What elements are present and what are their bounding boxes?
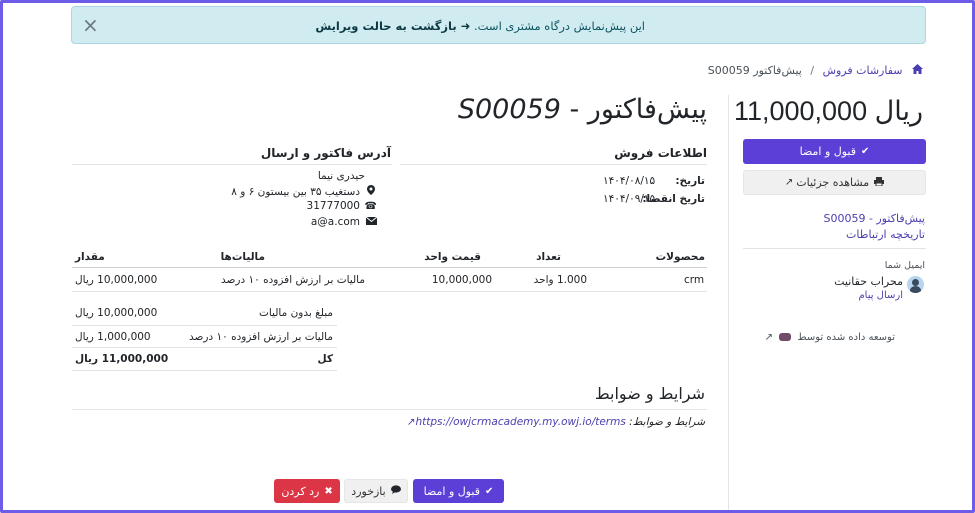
sidebar-divider — [728, 95, 729, 510]
phone-text: 31777000 — [306, 200, 360, 212]
external-link-icon: ↗ — [406, 416, 416, 428]
alert-message: این پیش‌نمایش درگاه مشتری است. ➜ بازگشت … — [315, 19, 645, 33]
email-text: a@a.com — [310, 216, 360, 228]
address-divider — [72, 164, 392, 165]
untaxed-value: 10,000,000 ریال — [75, 307, 158, 319]
breadcrumb-separator: / — [810, 64, 815, 77]
arrow-right-icon: ➜ — [460, 19, 471, 33]
logo-icon — [779, 333, 792, 341]
back-to-edit-link[interactable]: ➜ بازگشت به حالت ویرایش — [315, 19, 470, 33]
col-quantity: تعداد — [536, 251, 561, 263]
breadcrumb: سفارشات فروش / پیش‌فاکتور S00059 — [708, 64, 923, 77]
date-label: تاریخ: — [675, 175, 705, 187]
untaxed-label: مبلغ بدون مالیات — [258, 307, 333, 319]
total-amount: 11,000,000 ریال — [733, 96, 923, 126]
table-header-divider — [72, 267, 707, 268]
reject-label: رد کردن — [281, 484, 320, 498]
col-unit-price: قیمت واحد — [424, 251, 481, 263]
print-icon — [874, 176, 885, 189]
cell-product: crm — [684, 274, 705, 286]
sidebar-accept-button[interactable]: ✔ قبول و امضا — [743, 139, 926, 164]
contact-name: محراب حقانیت — [834, 275, 903, 288]
doc-link[interactable]: پیش‌فاکتور - S00059 — [823, 212, 925, 225]
powered-by-label: توسعه داده شده توسط — [797, 332, 895, 343]
terms-line: شرایط و ضوابط: https://owjcrmacademy.my.… — [407, 416, 705, 428]
feedback-button[interactable]: بازخورد — [344, 479, 408, 503]
envelope-icon — [365, 216, 377, 228]
address-name: حیدری نیما — [317, 170, 365, 182]
check-icon: ✔ — [485, 485, 494, 497]
tax-label: مالیات بر ارزش افزوده ۱۰ درصد — [189, 331, 333, 343]
external-link-icon: ↗ — [784, 177, 794, 188]
breadcrumb-current: پیش‌فاکتور S00059 — [707, 64, 802, 77]
history-link[interactable]: تاریخچه ارتباطات — [846, 228, 925, 241]
cell-amount: 10,000,000 ریال — [75, 274, 158, 286]
avatar — [907, 276, 924, 293]
terms-link[interactable]: https://owjcrmacademy.my.owj.io/terms↗ — [407, 416, 626, 428]
back-to-edit-label: بازگشت به حالت ویرایش — [315, 19, 457, 33]
total-label: کل — [317, 353, 333, 365]
terms-heading: شرایط و ضوابط — [594, 384, 705, 403]
view-details-label: مشاهده جزئیات — [796, 176, 870, 189]
external-link-icon[interactable]: ↗ — [765, 332, 773, 343]
col-taxes: مالیات‌ها — [220, 251, 265, 263]
cell-taxes: مالیات بر ارزش افزوده ۱۰ درصد — [221, 274, 365, 286]
page-title: پیش‌فاکتور - S00059 — [458, 94, 707, 125]
expiry-value: ۱۴۰۴/۰۹/۱۵ — [603, 193, 656, 205]
summary-divider-1 — [72, 325, 337, 326]
send-message-link[interactable]: ارسال پیام — [858, 290, 903, 301]
total-value: 11,000,000 ریال — [75, 353, 169, 365]
view-details-button[interactable]: مشاهده جزئیات ↗ — [743, 170, 926, 195]
col-amount: مقدار — [75, 251, 105, 263]
terms-divider — [72, 409, 707, 410]
close-icon[interactable]: × — [82, 13, 99, 37]
accept-sign-button[interactable]: ✔ قبول و امضا — [413, 479, 504, 503]
sidebar-separator — [743, 248, 926, 249]
feedback-label: بازخورد — [351, 484, 386, 498]
powered-by: توسعه داده شده توسط ↗ — [765, 332, 895, 343]
phone-icon: ☎ — [364, 201, 377, 212]
address-phone: ☎ 31777000 — [307, 200, 377, 212]
title-prefix: پیش‌فاکتور - — [560, 94, 707, 125]
accept-sign-label: قبول و امضا — [423, 484, 481, 498]
address-email: a@a.com — [311, 216, 377, 228]
tax-value: 1,000,000 ریال — [75, 331, 151, 343]
alert-text: این پیش‌نمایش درگاه مشتری است. — [473, 19, 645, 33]
summary-divider-3 — [72, 370, 337, 371]
sidebar-accept-label: قبول و امضا — [799, 145, 857, 158]
check-icon: ✔ — [861, 146, 870, 157]
sales-info-divider — [400, 164, 707, 165]
times-icon: ✖ — [324, 485, 333, 497]
home-icon[interactable] — [912, 64, 923, 77]
table-row-divider — [72, 291, 707, 292]
date-value: ۱۴۰۴/۰۸/۱۵ — [603, 175, 656, 187]
terms-label: شرایط و ضوابط: — [629, 416, 705, 428]
reject-button[interactable]: ✖ رد کردن — [274, 479, 340, 503]
terms-url: https://owjcrmacademy.my.owj.io/terms — [415, 416, 626, 428]
sales-info-heading: اطلاعات فروش — [614, 146, 707, 160]
preview-alert: × این پیش‌نمایش درگاه مشتری است. ➜ بازگش… — [71, 6, 926, 44]
address-heading: آدرس فاکتور و ارسال — [260, 146, 391, 160]
summary-divider-2 — [72, 347, 337, 348]
cell-unit-price: 10,000,000 — [431, 274, 492, 286]
cell-quantity: 1.000 واحد — [533, 274, 587, 286]
breadcrumb-sales-orders[interactable]: سفارشات فروش — [823, 64, 903, 77]
col-products: محصولات — [655, 251, 705, 263]
address-street: دستغیب ۳۵ بین بیستون ۶ و ۸ — [231, 185, 377, 198]
comment-icon — [390, 485, 401, 497]
map-marker-icon — [365, 185, 377, 198]
email-label: ایمیل شما — [884, 260, 925, 271]
street-text: دستغیب ۳۵ بین بیستون ۶ و ۸ — [231, 186, 360, 198]
title-number: S00059 — [457, 94, 561, 125]
